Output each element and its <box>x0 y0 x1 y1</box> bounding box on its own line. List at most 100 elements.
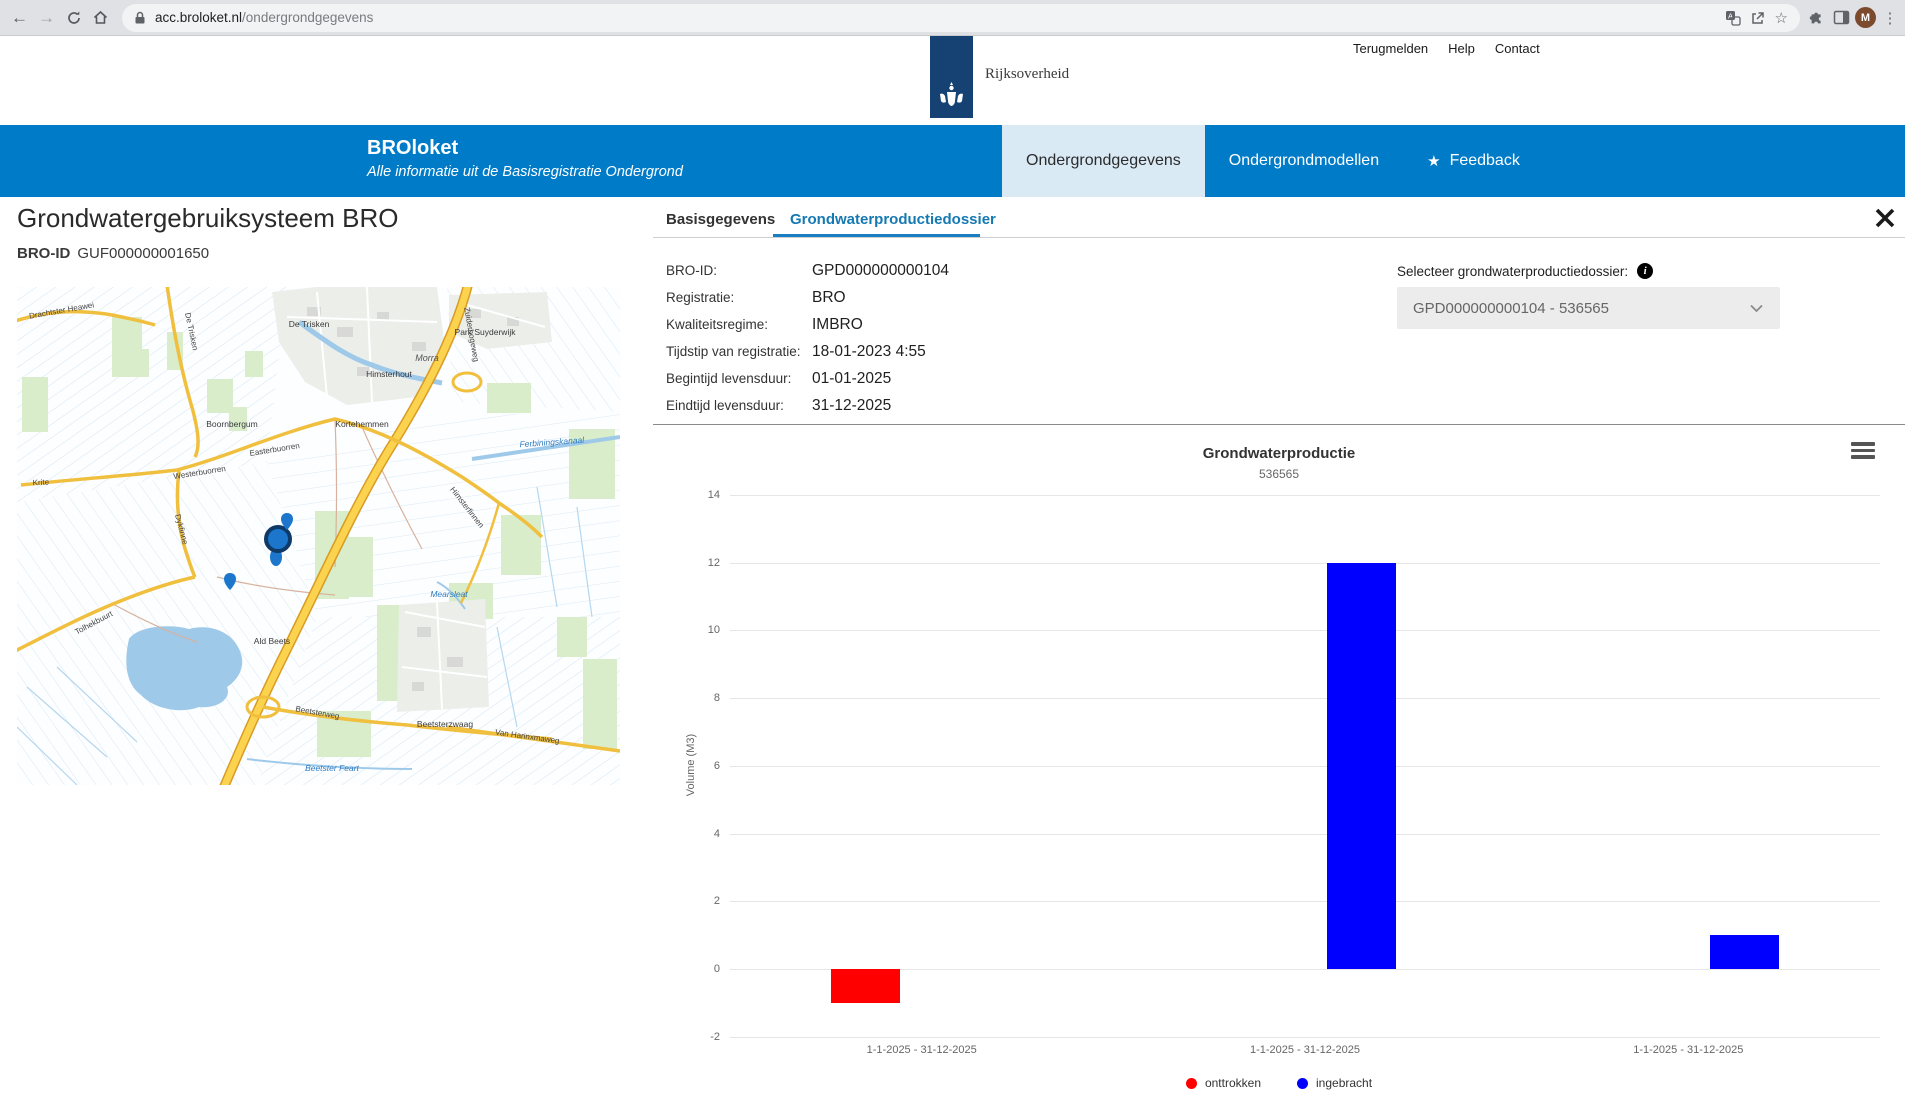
tab-ondergrondmodellen[interactable]: Ondergrondmodellen <box>1205 125 1403 197</box>
legend-dot <box>1186 1078 1197 1089</box>
field-label: Eindtijd levensduur: <box>666 398 812 413</box>
field-row: Begintijd levensduur:01-01-2025 <box>666 365 949 392</box>
field-value: 18-01-2023 4:55 <box>812 343 926 361</box>
browser-toolbar: ← → acc.broloket.nl/ondergrondgegevens A… <box>0 0 1905 36</box>
chart-subtitle: 536565 <box>653 467 1905 481</box>
gridline <box>730 766 1880 767</box>
field-label: Kwaliteitsregime: <box>666 317 812 332</box>
info-icon[interactable]: i <box>1637 263 1653 279</box>
header-link-contact[interactable]: Contact <box>1495 41 1540 56</box>
browser-menu-icon[interactable]: ⋮ <box>1881 9 1899 27</box>
field-row: Kwaliteitsregime:IMBRO <box>666 311 949 338</box>
translate-icon[interactable]: A <box>1725 10 1741 26</box>
map-label: Himsterhout <box>366 369 412 379</box>
y-tick-label: 4 <box>653 828 720 840</box>
field-label: BRO-ID: <box>666 263 812 278</box>
y-tick-label: 6 <box>653 760 720 772</box>
gridline <box>730 698 1880 699</box>
header-link-terugmelden[interactable]: Terugmelden <box>1353 41 1428 56</box>
bar-ingebracht-2[interactable] <box>1710 935 1779 969</box>
gridline <box>730 1037 1880 1038</box>
map-label: Beetster Feart <box>305 763 359 773</box>
bookmark-star-icon[interactable]: ☆ <box>1775 9 1788 27</box>
tab-divider <box>653 237 1905 238</box>
header-link-help[interactable]: Help <box>1448 41 1475 56</box>
gridline <box>730 495 1880 496</box>
gridline <box>730 901 1880 902</box>
address-bar[interactable]: acc.broloket.nl/ondergrondgegevens A ☆ <box>122 4 1800 32</box>
nav-tabs: Ondergrondgegevens Ondergrondmodellen ★F… <box>1002 125 1544 197</box>
page-content: Grondwatergebruiksysteem BRO BRO-IDGUF00… <box>0 197 1905 1111</box>
tab-feedback[interactable]: ★Feedback <box>1403 125 1544 197</box>
field-row: Registratie:BRO <box>666 284 949 311</box>
dossier-select[interactable]: GPD000000000104 - 536565 <box>1397 287 1780 329</box>
star-icon: ★ <box>1427 152 1440 170</box>
url-text: acc.broloket.nl/ondergrondgegevens <box>155 10 373 25</box>
reload-icon[interactable] <box>60 4 87 31</box>
tab-ondergrondgegevens[interactable]: Ondergrondgegevens <box>1002 125 1205 197</box>
main-navbar: BROloket Alle informatie uit de Basisreg… <box>0 125 1905 197</box>
field-label: Registratie: <box>666 290 812 305</box>
brand-subtitle: Alle informatie uit de Basisregistratie … <box>367 164 683 180</box>
gridline <box>730 834 1880 835</box>
legend-item-ingebracht[interactable]: ingebracht <box>1297 1076 1372 1090</box>
legend-dot <box>1297 1078 1308 1089</box>
bar-ingebracht-1[interactable] <box>1327 563 1396 970</box>
chart-legend: onttrokken ingebracht <box>653 1076 1905 1090</box>
rijksoverheid-logo <box>930 36 973 118</box>
legend-label: ingebracht <box>1316 1076 1372 1090</box>
location-map[interactable]: Drachtster HeaweiDe TriskenDe TriskenPar… <box>17 287 620 785</box>
x-axis-label: 1-1-2025 - 31-12-2025 <box>792 1044 1052 1056</box>
map-marker-selected[interactable] <box>266 527 290 551</box>
field-row: Eindtijd levensduur:31-12-2025 <box>666 392 949 419</box>
map-label: Mearsleat <box>430 589 468 599</box>
header-links: Terugmelden Help Contact <box>1353 41 1540 56</box>
field-label: Begintijd levensduur: <box>666 371 812 386</box>
field-value: GPD000000000104 <box>812 262 949 280</box>
site-header: Rijksoverheid Terugmelden Help Contact <box>0 36 1905 125</box>
field-row: BRO-ID:GPD000000000104 <box>666 257 949 284</box>
logo-wordmark: Rijksoverheid <box>985 66 1069 83</box>
panel-tab-basisgegevens[interactable]: Basisgegevens <box>666 211 775 228</box>
home-icon[interactable] <box>87 4 114 31</box>
y-tick-label: 12 <box>653 557 720 569</box>
field-label: Tijdstip van registratie: <box>666 344 812 359</box>
profile-avatar[interactable]: M <box>1855 7 1876 28</box>
bro-id-line: BRO-IDGUF000000001650 <box>17 245 209 262</box>
page-title: Grondwatergebruiksysteem BRO <box>17 203 398 234</box>
field-value: BRO <box>812 289 846 307</box>
chart-title: Grondwaterproductie <box>653 445 1905 462</box>
legend-label: onttrokken <box>1205 1076 1261 1090</box>
field-value: 01-01-2025 <box>812 370 891 388</box>
back-icon[interactable]: ← <box>6 4 33 31</box>
field-value: IMBRO <box>812 316 863 334</box>
y-tick-label: 0 <box>653 963 720 975</box>
close-icon[interactable] <box>1872 205 1898 231</box>
map-label: Beetsterzwaag <box>417 719 473 729</box>
chart-menu-icon[interactable] <box>1851 442 1875 462</box>
map-label: De Trisken <box>289 319 330 329</box>
field-row: Tijdstip van registratie:18-01-2023 4:55 <box>666 338 949 365</box>
map-label: Krite <box>32 478 49 488</box>
forward-icon[interactable]: → <box>33 4 60 31</box>
legend-item-onttrokken[interactable]: onttrokken <box>1186 1076 1261 1090</box>
bar-onttrokken-0[interactable] <box>831 969 900 1003</box>
browser-window: ← → acc.broloket.nl/ondergrondgegevens A… <box>0 0 1905 1111</box>
map-label: Kortehemmen <box>335 419 389 429</box>
dossier-fields: BRO-ID:GPD000000000104Registratie:BROKwa… <box>666 257 949 419</box>
share-icon[interactable] <box>1750 10 1766 26</box>
side-panel-icon[interactable] <box>1833 9 1850 26</box>
production-chart: Grondwaterproductie 536565 Volume (M3) 1… <box>653 430 1905 1111</box>
lock-icon <box>134 11 146 25</box>
brand: BROloket Alle informatie uit de Basisreg… <box>367 137 683 180</box>
extensions-puzzle-icon[interactable] <box>1808 9 1825 26</box>
selector-label: Selecteer grondwaterproductiedossier: i <box>1397 263 1653 279</box>
y-tick-label: 14 <box>653 489 720 501</box>
map-label: Morra <box>415 353 439 363</box>
panel-tab-grondwaterproductiedossier[interactable]: Grondwaterproductiedossier <box>790 211 996 228</box>
section-divider <box>653 424 1905 425</box>
y-tick-label: -2 <box>653 1031 720 1043</box>
x-axis-label: 1-1-2025 - 31-12-2025 <box>1558 1044 1818 1056</box>
y-tick-label: 10 <box>653 624 720 636</box>
gridline <box>730 630 1880 631</box>
